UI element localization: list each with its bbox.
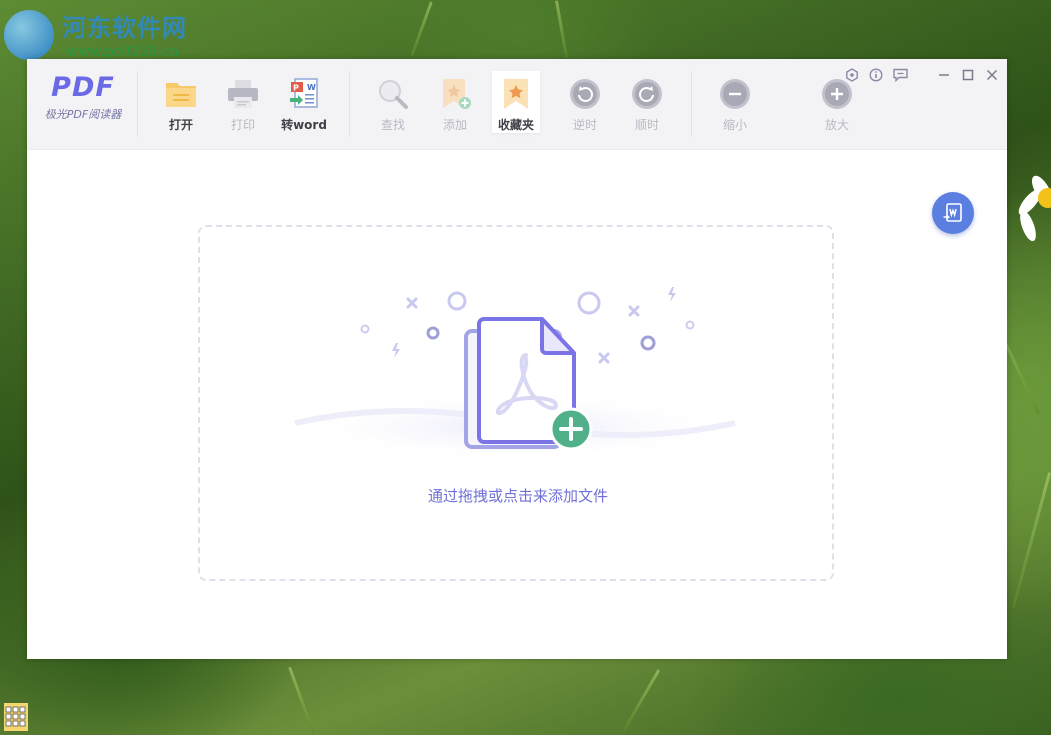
- minimize-icon: [939, 74, 949, 76]
- document-fold: [540, 317, 576, 355]
- rotate-ccw-icon: [570, 79, 600, 109]
- maximize-button[interactable]: [959, 67, 977, 83]
- minimize-button[interactable]: [935, 67, 953, 83]
- print-button[interactable]: 打印: [215, 71, 271, 133]
- watermark-url: www.pc0359.cn: [66, 44, 179, 60]
- feedback-icon: [892, 68, 908, 82]
- logo-mark: PDF: [51, 72, 115, 103]
- drop-illustration: [288, 287, 748, 461]
- rotate-ccw-button[interactable]: 逆时: [557, 71, 613, 133]
- app-window: PDF 极光PDF阅读器 打开 打印 P W 转word 查找 添加 收藏夹 逆…: [27, 59, 1007, 659]
- info-icon: [869, 68, 883, 82]
- open-label: 打开: [168, 118, 193, 132]
- watermark-title: 河东软件网: [62, 13, 187, 42]
- to-word-label: 转word: [281, 118, 327, 132]
- zoom-out-label: 缩小: [722, 118, 747, 132]
- toolbar-divider: [349, 71, 350, 137]
- find-label: 查找: [380, 118, 405, 132]
- decor-circles: [447, 291, 601, 315]
- word-convert-icon: P W: [290, 78, 318, 108]
- search-icon: [379, 80, 408, 109]
- favorites-label: 收藏夹: [497, 118, 534, 132]
- bookmark-add-icon: [443, 79, 471, 109]
- print-label: 打印: [230, 118, 255, 132]
- skin-button[interactable]: [843, 67, 861, 83]
- info-button[interactable]: [867, 67, 885, 83]
- app-logo: PDF 极光PDF阅读器: [35, 73, 131, 122]
- skin-icon: [846, 68, 858, 82]
- word-to-pdf-float-button[interactable]: [932, 192, 974, 234]
- rotate-cw-icon: [632, 79, 662, 109]
- toolbar-divider: [691, 71, 692, 137]
- toolbar: PDF 极光PDF阅读器 打开 打印 P W 转word 查找 添加 收藏夹 逆…: [27, 59, 1007, 150]
- svg-text:P: P: [293, 84, 299, 93]
- rotate-ccw-label: 逆时: [572, 118, 597, 132]
- to-word-button[interactable]: P W 转word: [276, 71, 332, 133]
- minus-circle-icon: [720, 79, 750, 109]
- printer-icon: [228, 80, 258, 108]
- find-button[interactable]: 查找: [365, 71, 421, 133]
- file-drop-zone[interactable]: 通过拖拽或点击来添加文件: [198, 225, 834, 581]
- folder-icon: [166, 83, 196, 107]
- drop-hint-text: 通过拖拽或点击来添加文件: [427, 487, 608, 505]
- feedback-button[interactable]: [891, 67, 909, 83]
- watermark-logo-icon: [4, 10, 54, 60]
- add-bookmark-button[interactable]: 添加: [427, 71, 483, 133]
- add-label: 添加: [442, 118, 467, 132]
- maximize-icon: [962, 69, 974, 81]
- bookmark-star-icon: [504, 79, 528, 109]
- zoom-out-button[interactable]: 缩小: [707, 71, 763, 133]
- favorites-button[interactable]: 收藏夹: [492, 71, 540, 133]
- toolbar-divider: [137, 71, 138, 137]
- app-name: 极光PDF阅读器: [44, 108, 122, 121]
- site-watermark: 河东软件网 www.pc0359.cn: [4, 4, 204, 64]
- svg-text:W: W: [307, 83, 316, 92]
- rotate-cw-button[interactable]: 顺时: [619, 71, 675, 133]
- word-to-pdf-icon: [943, 203, 962, 222]
- rotate-cw-label: 顺时: [634, 118, 659, 132]
- daisy-flower: [1018, 175, 1051, 242]
- close-button[interactable]: [983, 67, 1001, 83]
- start-menu-grid-icon[interactable]: [4, 703, 28, 731]
- zoom-in-label: 放大: [824, 118, 849, 132]
- close-icon: [986, 69, 998, 81]
- open-button[interactable]: 打开: [153, 71, 209, 133]
